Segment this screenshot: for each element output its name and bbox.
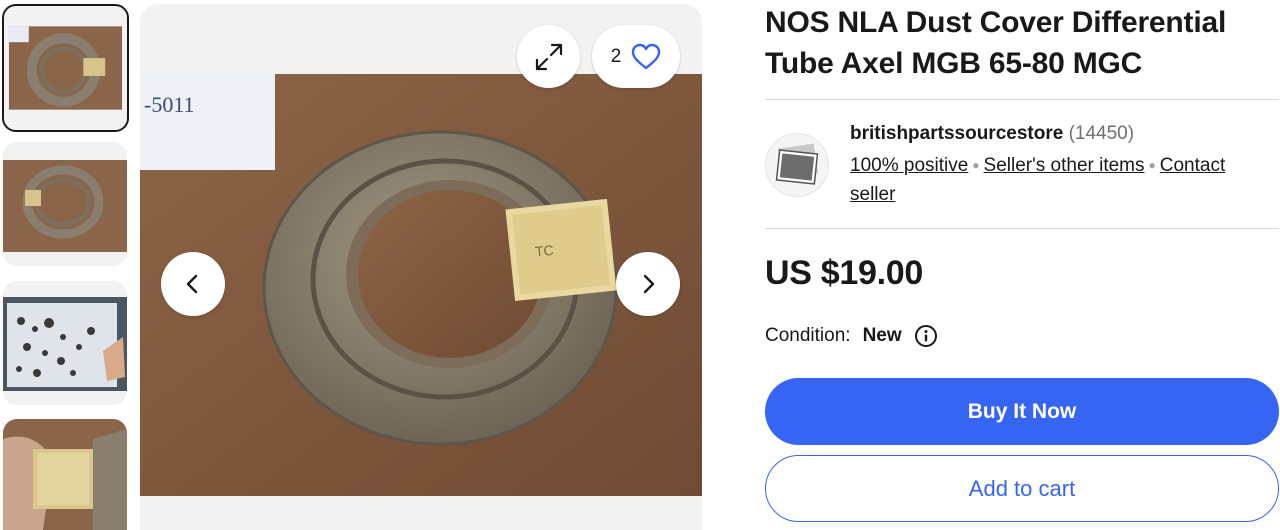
label-sticker-text: TC <box>534 242 554 260</box>
handwritten-note: -5011 <box>144 92 195 117</box>
previous-image-button[interactable] <box>161 252 225 316</box>
thumbnail-4[interactable] <box>3 419 127 530</box>
expand-button[interactable] <box>517 25 580 88</box>
condition-value: New <box>862 325 902 346</box>
buy-it-now-button[interactable]: Buy It Now <box>765 378 1279 445</box>
thumbnail-ring-image <box>4 6 127 130</box>
seller-name[interactable]: britishpartssourcestore <box>850 123 1063 144</box>
watch-count: 2 <box>610 45 622 67</box>
next-image-button[interactable] <box>616 252 680 316</box>
seller-logo-icon <box>775 143 819 185</box>
chevron-right-icon <box>643 274 655 294</box>
divider <box>765 99 1279 100</box>
thumbnail-ring-closeup-image <box>3 419 127 530</box>
seller-info: britishpartssourcestore (14450) 100% pos… <box>850 120 1270 208</box>
main-image-viewer: -5011 TC 2 <box>140 4 702 530</box>
thumbnail-2[interactable] <box>3 142 127 266</box>
seller-other-items-link[interactable]: Seller's other items <box>984 155 1145 176</box>
info-icon[interactable] <box>914 324 938 348</box>
separator-dot: ● <box>1148 158 1156 172</box>
heart-icon <box>632 43 661 69</box>
listing-title: NOS NLA Dust Cover Differential Tube Axe… <box>765 6 1227 80</box>
thumbnail-parts-catalog-image <box>3 281 127 405</box>
seller-feedback-count: (14450) <box>1068 123 1135 144</box>
listing-details: NOS NLA Dust Cover Differential Tube Axe… <box>765 0 1280 530</box>
condition-label: Condition: <box>765 325 851 346</box>
seller-positive-link[interactable]: 100% positive <box>850 155 968 176</box>
separator-dot: ● <box>972 158 980 172</box>
watch-button[interactable]: 2 <box>592 25 680 88</box>
thumbnail-1[interactable] <box>2 4 129 132</box>
thumbnail-3[interactable] <box>3 281 127 405</box>
item-condition: Condition: New <box>765 324 938 348</box>
add-to-cart-button[interactable]: Add to cart <box>765 455 1279 522</box>
seller-avatar[interactable] <box>765 133 829 197</box>
thumbnail-strip <box>0 0 130 530</box>
chevron-left-icon <box>186 274 198 294</box>
divider <box>765 228 1279 229</box>
expand-icon <box>535 43 562 70</box>
thumbnail-ring-side-image <box>3 142 127 266</box>
item-price: US $19.00 <box>765 254 923 292</box>
